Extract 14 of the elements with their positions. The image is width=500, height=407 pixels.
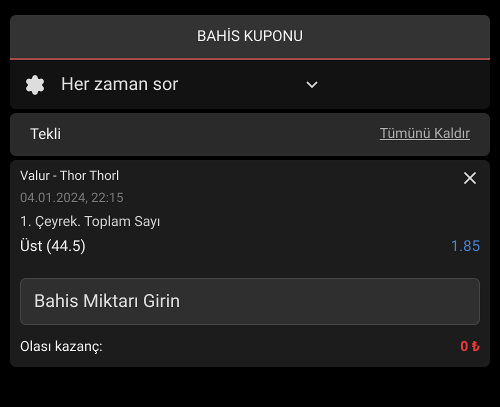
- header-title: BAHİS KUPONU: [197, 26, 303, 48]
- bet-type-label: Tekli: [30, 124, 62, 146]
- pick-label: Üst (44.5): [20, 236, 86, 257]
- odds-setting-dropdown[interactable]: Her zaman sor: [10, 60, 490, 109]
- market-name: 1. Çeyrek. Toplam Sayı: [20, 213, 160, 232]
- match-name: Valur - Thor Thorl: [20, 168, 120, 186]
- dropdown-value: Her zaman sor: [61, 73, 180, 97]
- payout-value: 0 ₺: [460, 338, 480, 357]
- odds-value: 1.85: [450, 236, 480, 257]
- payout-label: Olası kazanç:: [20, 338, 103, 357]
- stake-input[interactable]: Bahis Miktarı Girin: [20, 278, 480, 325]
- match-datetime: 04.01.2024, 22:15: [20, 190, 124, 208]
- clear-all-link[interactable]: Tümünü Kaldır: [380, 124, 470, 145]
- chevron-down-icon: [306, 81, 318, 88]
